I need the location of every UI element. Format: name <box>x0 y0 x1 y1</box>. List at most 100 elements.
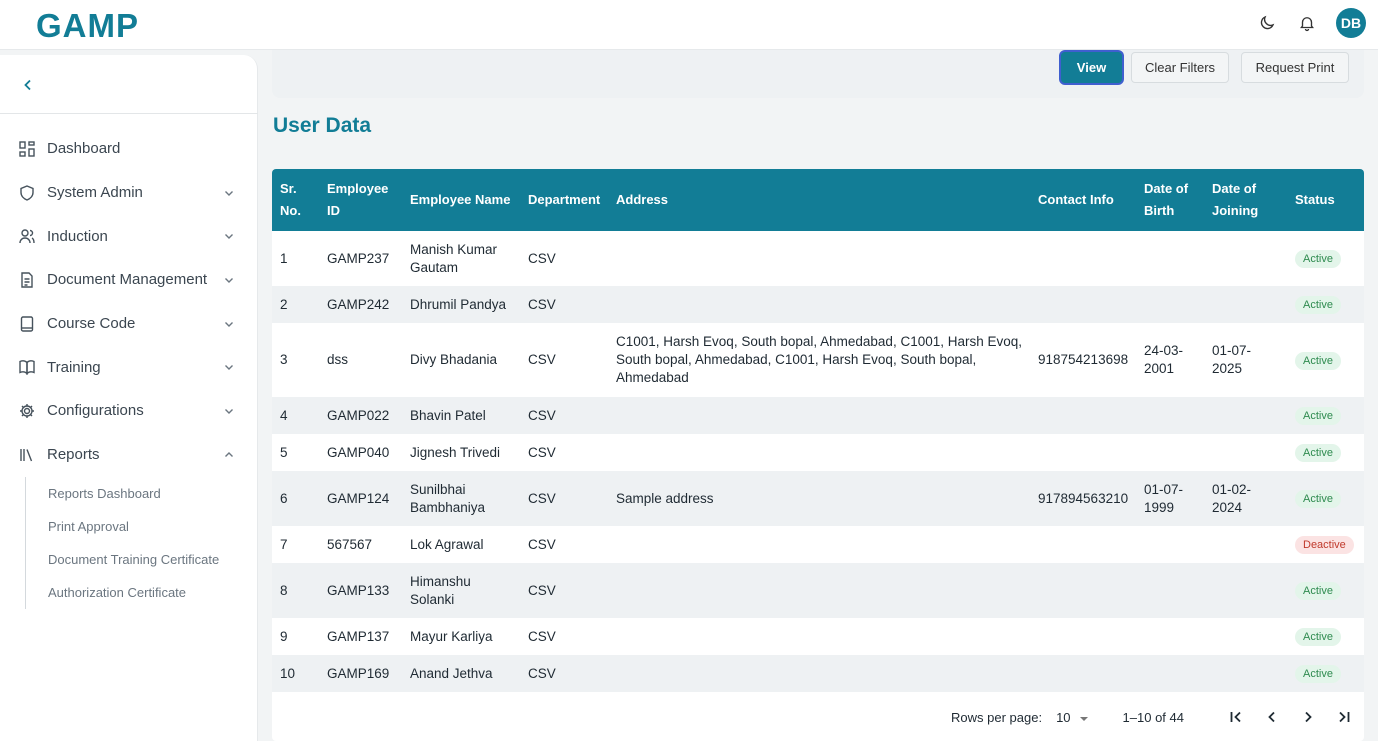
sidebar-item-reports[interactable]: Reports <box>0 433 258 477</box>
top-bar: GAMP DB <box>0 0 1378 50</box>
tablet-icon <box>18 315 36 333</box>
contact-info-cell <box>1030 231 1136 286</box>
status-badge: Active <box>1295 444 1341 462</box>
sidebar-item-document-management[interactable]: Document Management <box>0 258 258 302</box>
table-row[interactable]: 5 GAMP040 Jignesh Trivedi CSV Active <box>272 434 1364 471</box>
employee-id-cell: dss <box>327 352 349 367</box>
date-of-joining-cell: 01-02-2024 <box>1212 481 1252 515</box>
next-page-icon[interactable] <box>1298 707 1318 727</box>
app-logo[interactable]: GAMP <box>36 6 139 46</box>
address-cell <box>608 397 1030 434</box>
book-icon <box>18 358 36 376</box>
table-row[interactable]: 9 GAMP137 Mayur Karliya CSV Active <box>272 618 1364 655</box>
column-header: Department <box>528 192 601 207</box>
sidebar-item-course-code[interactable]: Course Code <box>0 302 258 346</box>
address-cell <box>608 655 1030 692</box>
sidebar-item-label: Training <box>47 358 101 376</box>
status-cell: Deactive <box>1287 526 1364 563</box>
department-cell: CSV <box>528 250 556 266</box>
status-cell: Active <box>1287 655 1364 692</box>
view-button[interactable]: View <box>1061 52 1122 83</box>
status-badge: Active <box>1295 628 1341 646</box>
sidebar-divider <box>0 113 258 114</box>
moon-icon[interactable] <box>1256 12 1278 34</box>
contact-info-cell <box>1030 563 1136 618</box>
sr-no-cell: 6 <box>280 490 288 506</box>
chevron-down-icon <box>224 274 236 286</box>
date-of-joining-cell <box>1204 655 1287 692</box>
employee-name-cell: Manish Kumar Gautam <box>410 241 498 275</box>
address-cell: C1001, Harsh Evoq, South bopal, Ahmedaba… <box>616 334 1023 385</box>
table-row[interactable]: 6 GAMP124 Sunilbhai Bambhaniya CSV Sample ad… <box>272 471 1364 526</box>
sidebar-item-label: Reports <box>47 446 100 464</box>
sidebar-subitem-print-approval[interactable]: Print Approval <box>48 510 258 543</box>
status-badge: Active <box>1295 296 1341 314</box>
first-page-icon[interactable] <box>1226 707 1246 727</box>
contact-info-cell <box>1030 286 1136 323</box>
status-badge: Active <box>1295 490 1341 508</box>
sidebar-item-label: Course Code <box>47 315 136 333</box>
sidebar: Dashboard System Admin Induction Documen… <box>0 55 258 741</box>
status-badge: Active <box>1295 250 1341 268</box>
employee-id-cell: GAMP137 <box>327 628 390 644</box>
sidebar-item-system-admin[interactable]: System Admin <box>0 171 258 215</box>
rows-per-page-value: 10 <box>1056 709 1071 725</box>
chevron-down-icon <box>224 405 236 417</box>
address-cell <box>608 434 1030 471</box>
clear-filters-button[interactable]: Clear Filters <box>1131 52 1229 83</box>
chevron-left-icon[interactable] <box>18 75 38 95</box>
contact-info-cell: 918754213698 <box>1038 352 1129 367</box>
grid-icon <box>18 140 36 158</box>
table-row[interactable]: 4 GAMP022 Bhavin Patel CSV Active <box>272 397 1364 434</box>
status-cell: Active <box>1287 231 1364 286</box>
user-data-table: Sr. No. Employee ID Employee Name Departmen… <box>272 169 1364 741</box>
employee-id-cell: GAMP237 <box>327 250 390 266</box>
employee-name-cell: Bhavin Patel <box>410 407 486 423</box>
date-of-joining-cell <box>1204 526 1287 563</box>
column-header: Date of Joining <box>1212 181 1259 218</box>
sidebar-nav: Dashboard System Admin Induction Documen… <box>0 127 258 609</box>
sidebar-subitem-reports-dashboard[interactable]: Reports Dashboard <box>48 477 258 510</box>
status-badge: Active <box>1295 407 1341 425</box>
employee-id-cell: GAMP022 <box>327 407 390 423</box>
last-page-icon[interactable] <box>1334 707 1354 727</box>
bell-icon[interactable] <box>1296 12 1318 34</box>
status-badge: Deactive <box>1295 536 1354 554</box>
address-cell <box>608 526 1030 563</box>
department-cell: CSV <box>528 296 556 312</box>
prev-page-icon[interactable] <box>1262 707 1282 727</box>
table-row[interactable]: 8 GAMP133 Himanshu Solanki CSV Active <box>272 563 1364 618</box>
table-row[interactable]: 1 GAMP237 Manish Kumar Gautam CSV Active <box>272 231 1364 286</box>
request-print-button[interactable]: Request Print <box>1241 52 1349 83</box>
top-actions: DB <box>1256 8 1366 38</box>
date-of-birth-cell <box>1136 286 1204 323</box>
table-row[interactable]: 10 GAMP169 Anand Jethva CSV Active <box>272 655 1364 692</box>
employee-name-cell: Anand Jethva <box>410 665 493 681</box>
contact-info-cell <box>1030 526 1136 563</box>
date-of-birth-cell <box>1136 618 1204 655</box>
column-header: Employee Name <box>410 192 511 207</box>
sr-no-cell: 2 <box>280 296 288 312</box>
sidebar-item-label: Dashboard <box>47 140 121 158</box>
sidebar-item-configurations[interactable]: Configurations <box>0 389 258 433</box>
table-row[interactable]: 2 GAMP242 Dhrumil Pandya CSV Active <box>272 286 1364 323</box>
sidebar-item-training[interactable]: Training <box>0 345 258 389</box>
table-row[interactable]: 7 567567 Lok Agrawal CSV Deactive <box>272 526 1364 563</box>
status-cell: Active <box>1287 618 1364 655</box>
chevron-down-icon <box>224 230 236 242</box>
date-of-joining-cell: 01-07-2025 <box>1212 343 1252 376</box>
status-cell: Active <box>1287 323 1364 397</box>
sidebar-item-label: Induction <box>47 227 108 245</box>
sidebar-subitem-document-training-certificate[interactable]: Document Training Certificate <box>48 543 258 576</box>
sidebar-item-dashboard[interactable]: Dashboard <box>0 127 258 171</box>
address-cell <box>608 231 1030 286</box>
avatar[interactable]: DB <box>1336 8 1366 38</box>
sr-no-cell: 8 <box>280 582 288 598</box>
contact-info-cell: 917894563210 <box>1038 490 1129 506</box>
sidebar-item-induction[interactable]: Induction <box>0 214 258 258</box>
users-icon <box>18 227 36 245</box>
rows-per-page-select[interactable]: 10 <box>1056 710 1088 725</box>
employee-id-cell: 567567 <box>327 536 373 552</box>
table-row[interactable]: 3 dss Divy Bhadania CSV C1001, Harsh Evoq, S… <box>272 323 1364 397</box>
sidebar-subitem-authorization-certificate[interactable]: Authorization Certificate <box>48 576 258 609</box>
